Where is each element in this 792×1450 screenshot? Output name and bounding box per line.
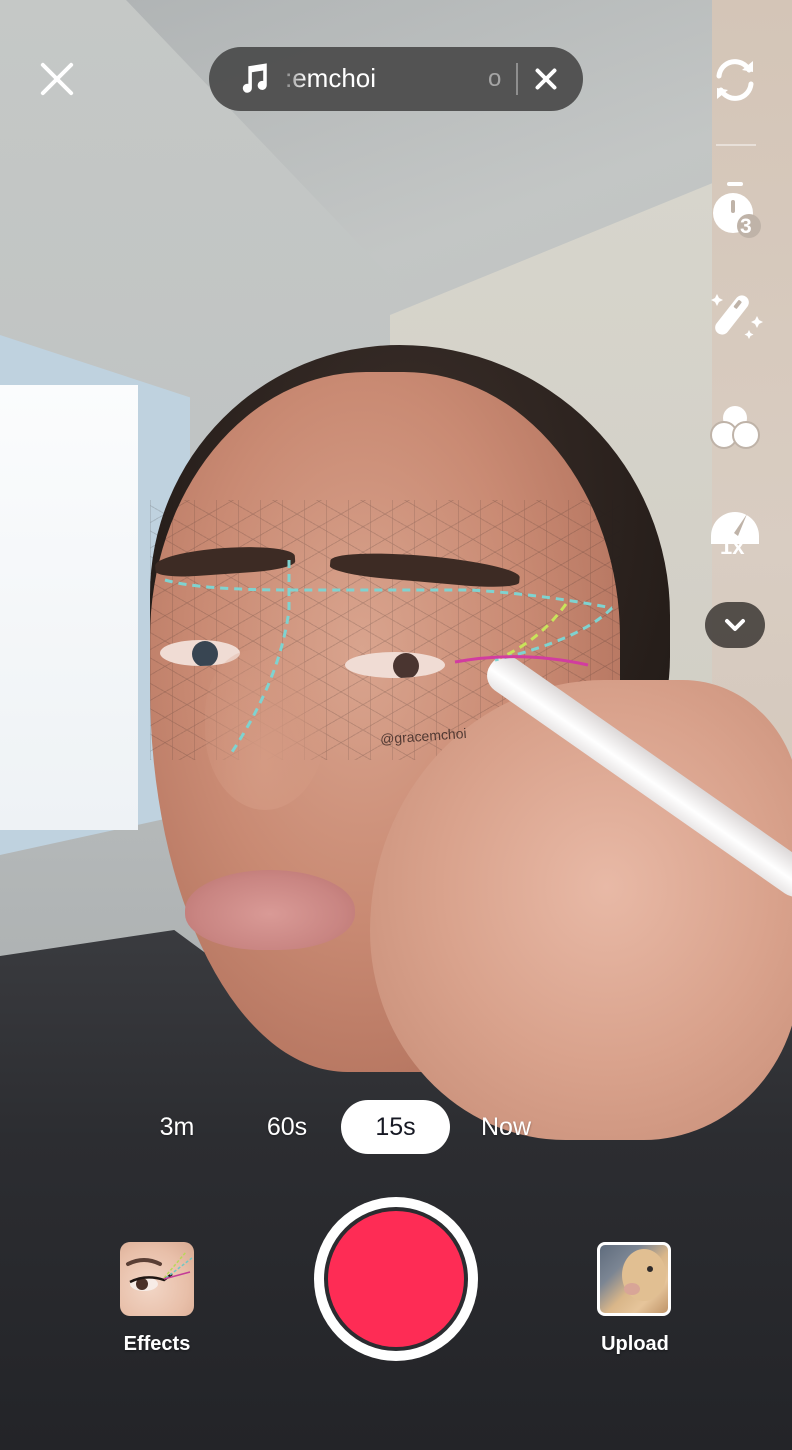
flip-camera-icon (716, 59, 754, 101)
filters-icon (710, 406, 760, 449)
effects-thumbnail (126, 1251, 193, 1291)
mode-60s[interactable]: 60s (252, 1100, 322, 1154)
duration-mode-selector: 3m 60s 15s Now (0, 1100, 792, 1154)
upload-thumbnail (622, 1249, 666, 1301)
sound-title-tail: o (488, 65, 502, 92)
speed-badge: 1x (720, 534, 745, 559)
mode-3m[interactable]: 3m (145, 1100, 209, 1154)
upload-button[interactable] (597, 1242, 671, 1316)
add-sound-pill[interactable]: :emchoi o (209, 47, 583, 111)
close-camera-button[interactable] (36, 58, 78, 100)
record-ring (324, 1207, 468, 1351)
magic-wand-icon (711, 294, 763, 339)
timer-button[interactable]: 3 (705, 180, 765, 240)
effects-button[interactable] (120, 1242, 194, 1316)
beauty-button[interactable] (705, 288, 765, 348)
guide-line-liner (454, 655, 589, 667)
chevron-down-icon (725, 619, 745, 631)
filters-button[interactable] (705, 398, 765, 458)
more-options-button[interactable] (705, 602, 765, 648)
mode-now[interactable]: Now (470, 1100, 542, 1154)
flip-camera-button[interactable] (705, 50, 765, 110)
mode-15s[interactable]: 15s (341, 1100, 450, 1154)
pill-divider (516, 63, 518, 95)
music-note-icon (242, 63, 267, 93)
remove-sound-button[interactable] (531, 64, 561, 94)
timer-badge: 3 (740, 215, 752, 238)
rail-divider (716, 144, 756, 146)
guide-line-brow (164, 578, 613, 610)
effects-label: Effects (123, 1333, 191, 1355)
camera-screen: @gracemchoi :emchoi o 3 1x 3m 60s 15s No… (0, 0, 792, 1450)
speed-button[interactable]: 1x (705, 500, 765, 560)
sound-title: :emchoi (285, 63, 377, 93)
timer-icon (713, 182, 761, 238)
record-button[interactable] (314, 1197, 478, 1361)
upload-label: Upload (601, 1333, 669, 1355)
record-core (328, 1211, 464, 1347)
